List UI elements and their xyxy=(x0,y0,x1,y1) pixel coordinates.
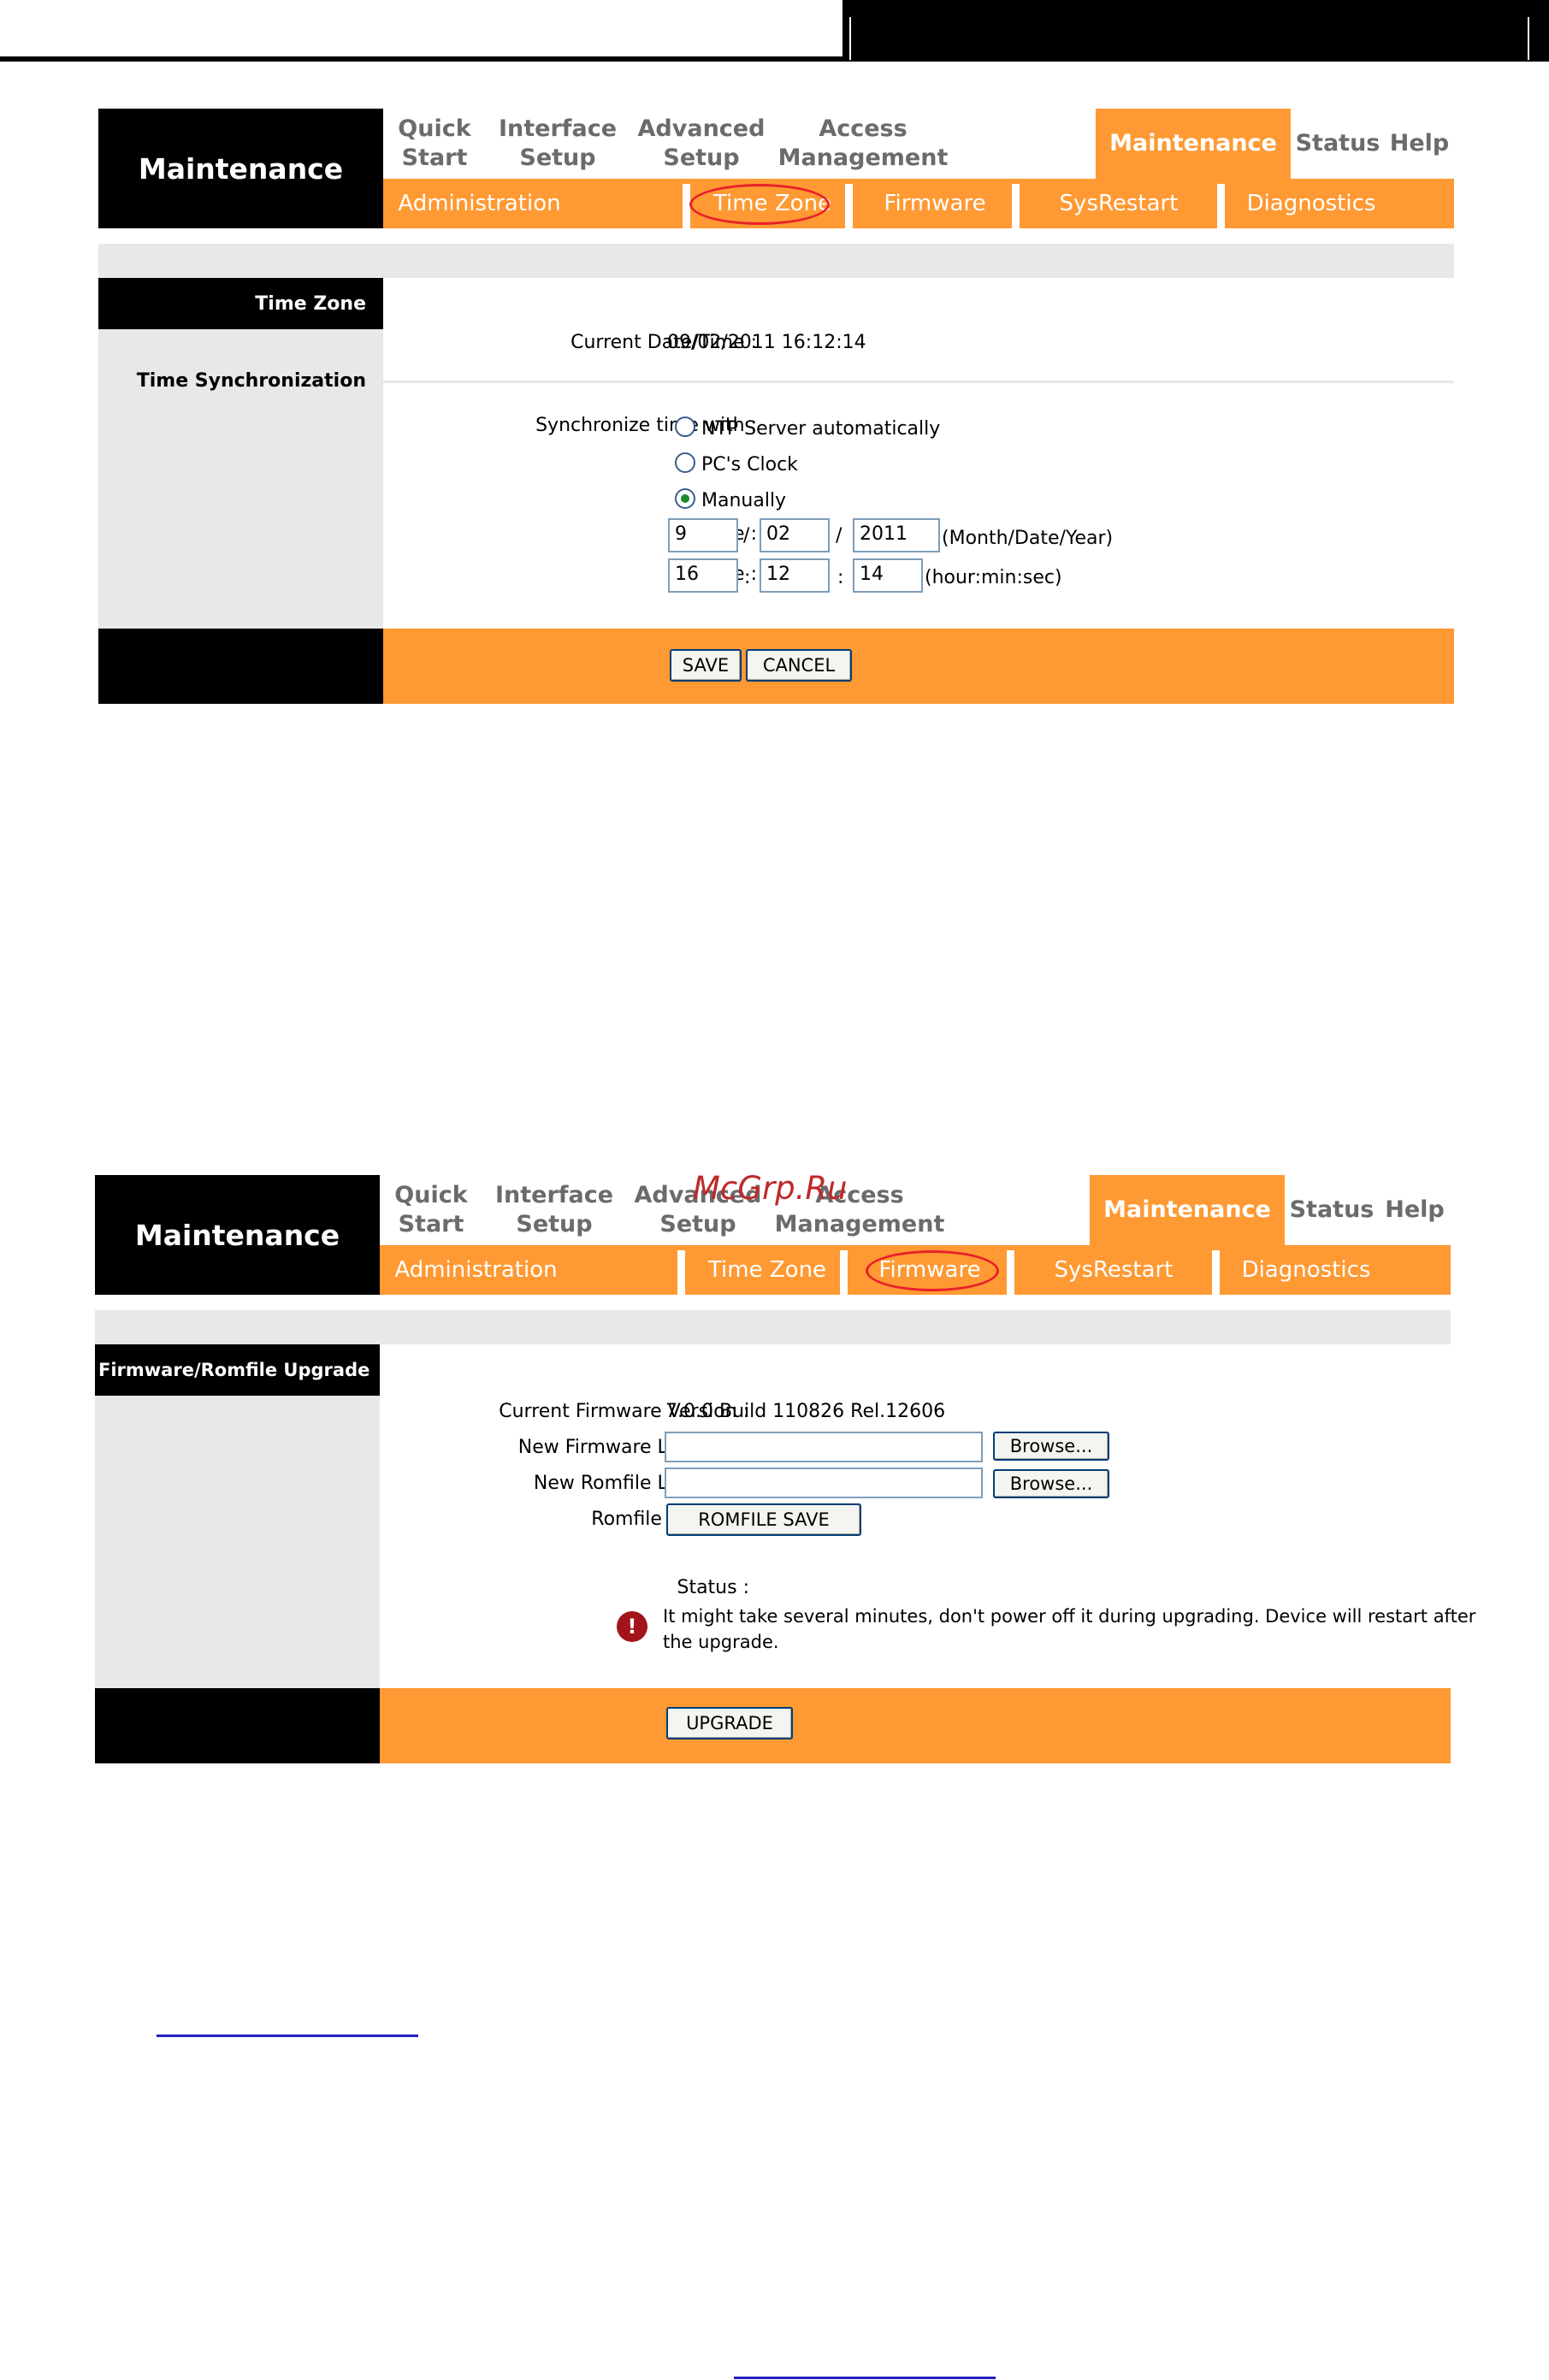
current-datetime-value: 09/02/2011 16:12:14 xyxy=(667,332,866,353)
left-column xyxy=(98,278,383,629)
section-head-time-zone: Time Zone xyxy=(98,278,383,329)
underline-link[interactable] xyxy=(157,2035,418,2037)
fw-version-value: 7.0.0 Build 110826 Rel.12606 xyxy=(665,1401,946,1422)
nav-status[interactable]: Status xyxy=(1291,109,1385,179)
section-head-firmware: Firmware/Romfile Upgrade xyxy=(95,1344,380,1396)
highlight-ellipse xyxy=(689,184,830,225)
nav-advanced-setup[interactable]: Advanced Setup xyxy=(630,109,773,179)
new-firmware-input[interactable] xyxy=(665,1432,983,1462)
highlight-ellipse xyxy=(866,1250,999,1291)
firmware-panel: Maintenance Quick Start Interface Setup Ad… xyxy=(95,1175,1475,1763)
nav-quick-start[interactable]: Quick Start xyxy=(380,1175,482,1245)
side-label-time-sync: Time Synchronization xyxy=(136,370,366,392)
subnav-separator xyxy=(845,184,853,228)
upgrade-button[interactable]: UPGRADE xyxy=(666,1707,793,1739)
subnav-sysrestart[interactable]: SysRestart xyxy=(1020,179,1217,228)
romfile-save-button[interactable]: ROMFILE SAVE xyxy=(666,1503,861,1536)
radio-manually[interactable] xyxy=(675,488,695,509)
radio-ntp[interactable] xyxy=(675,416,695,437)
nav-help[interactable]: Help xyxy=(1379,1175,1451,1245)
footer-left xyxy=(98,629,383,704)
time-min-input[interactable]: 12 xyxy=(760,558,830,593)
watermark: McGrp.Ru xyxy=(693,1170,848,1207)
divider xyxy=(383,381,1454,383)
subnav-separator xyxy=(1007,1250,1014,1295)
nav-maintenance-tab[interactable]: Maintenance xyxy=(1096,109,1291,179)
main-nav: Quick Start Interface Setup Advanced Setup … xyxy=(380,1175,1451,1245)
subnav-separator xyxy=(1217,184,1225,228)
nav-maintenance-tab[interactable]: Maintenance xyxy=(1090,1175,1285,1245)
subnav-separator xyxy=(677,1250,685,1295)
subnav-administration[interactable]: Administration xyxy=(380,1245,572,1295)
browse-firmware-button[interactable]: Browse... xyxy=(993,1432,1109,1461)
subnav-firmware[interactable]: Firmware xyxy=(854,179,1016,228)
radio-pc-clock[interactable] xyxy=(675,452,695,473)
status-label: Status : xyxy=(677,1577,749,1598)
save-button[interactable]: SAVE xyxy=(670,649,742,682)
spacer-bar xyxy=(98,244,1454,278)
browse-romfile-button[interactable]: Browse... xyxy=(993,1469,1109,1498)
warning-text-line1: It might take several minutes, don't pow… xyxy=(663,1606,1476,1627)
date-separator: / xyxy=(743,525,750,546)
nav-interface-setup[interactable]: Interface Setup xyxy=(486,109,630,179)
spacer-bar xyxy=(95,1310,1451,1344)
footer-bar xyxy=(380,1688,1451,1763)
main-nav: Quick Start Interface Setup Advanced Setup … xyxy=(383,109,1454,179)
new-romfile-input[interactable] xyxy=(665,1468,983,1498)
sub-nav: Administration Time Zone Firmware SysRes… xyxy=(380,1245,1451,1295)
nav-help[interactable]: Help xyxy=(1385,109,1454,179)
nav-status[interactable]: Status xyxy=(1285,1175,1379,1245)
sub-nav: Administration Time Zone Firmware SysRes… xyxy=(383,179,1454,228)
cancel-button[interactable]: CANCEL xyxy=(746,649,852,682)
date-separator: / xyxy=(836,525,842,546)
subnav-separator xyxy=(1212,1250,1220,1295)
left-column xyxy=(95,1344,380,1688)
date-month-input[interactable]: 9 xyxy=(668,518,738,552)
radio-manually-label: Manually xyxy=(701,490,787,511)
page-header xyxy=(0,0,1549,65)
timezone-panel: Maintenance Quick Start Interface Setup Ad… xyxy=(98,109,1454,704)
time-hint: (hour:min:sec) xyxy=(925,567,1062,588)
time-hour-input[interactable]: 16 xyxy=(668,558,738,593)
date-year-input[interactable]: 2011 xyxy=(853,518,940,552)
warning-icon: ! xyxy=(617,1611,647,1642)
footer-bar xyxy=(383,629,1454,704)
subnav-separator xyxy=(840,1250,848,1295)
time-sec-input[interactable]: 14 xyxy=(853,558,923,593)
brand-title: Maintenance xyxy=(98,109,383,228)
subnav-administration[interactable]: Administration xyxy=(383,179,576,228)
subnav-time-zone[interactable]: Time Zone xyxy=(686,1245,848,1295)
brand-title: Maintenance xyxy=(95,1175,380,1295)
subnav-diagnostics[interactable]: Diagnostics xyxy=(1226,179,1397,228)
time-separator: : xyxy=(744,567,751,588)
header-rule xyxy=(0,56,842,62)
subnav-sysrestart[interactable]: SysRestart xyxy=(1015,1245,1212,1295)
underline-link[interactable] xyxy=(734,2377,996,2379)
footer-left xyxy=(95,1688,380,1763)
radio-ntp-label: NTP Server automatically xyxy=(701,418,941,440)
header-black-bar xyxy=(842,0,1549,62)
date-day-input[interactable]: 02 xyxy=(760,518,830,552)
date-hint: (Month/Date/Year) xyxy=(942,528,1114,549)
time-separator: : xyxy=(837,567,844,588)
nav-quick-start[interactable]: Quick Start xyxy=(383,109,486,179)
nav-access-management[interactable]: Access Management xyxy=(773,109,953,179)
subnav-separator xyxy=(1012,184,1020,228)
header-tick-right xyxy=(1528,17,1529,60)
content-area xyxy=(380,1344,1451,1688)
warning-text-line2: the upgrade. xyxy=(663,1632,779,1652)
subnav-diagnostics[interactable]: Diagnostics xyxy=(1221,1245,1392,1295)
header-tick-left xyxy=(849,17,851,60)
nav-interface-setup[interactable]: Interface Setup xyxy=(482,1175,626,1245)
radio-pc-clock-label: PC's Clock xyxy=(701,454,798,475)
